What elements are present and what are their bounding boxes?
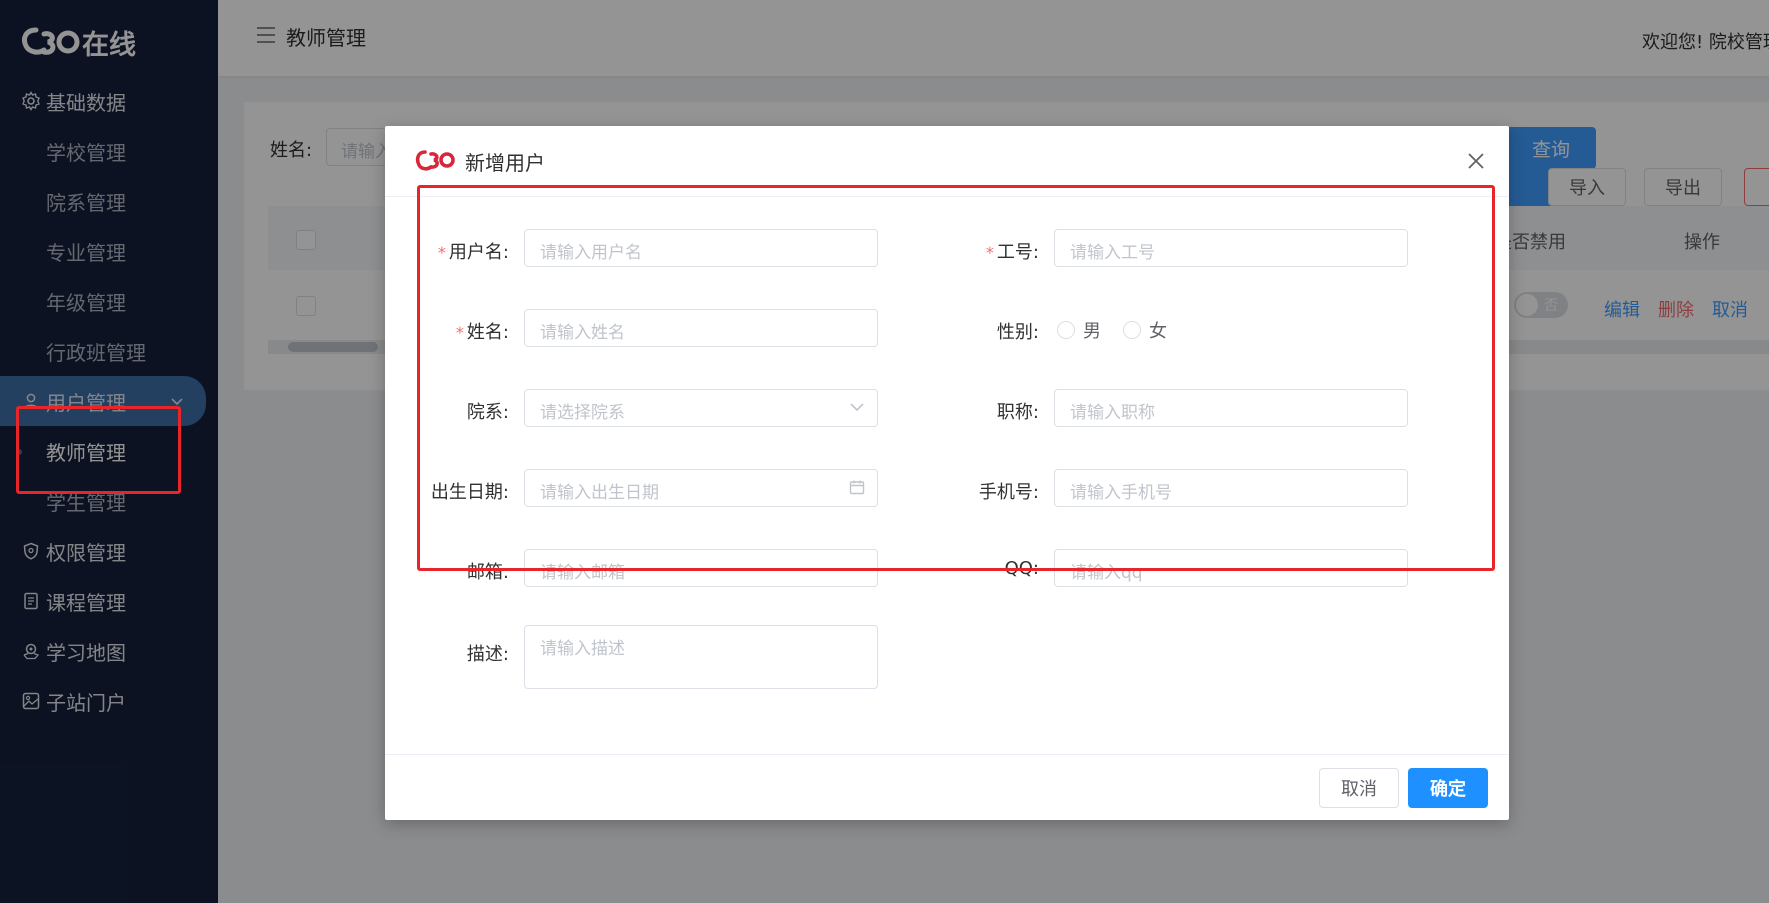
close-icon[interactable] [1465, 150, 1487, 172]
description-textarea[interactable]: 请输入描述 [524, 625, 878, 689]
dialog-logo-icon [415, 146, 455, 180]
dialog-footer-divider [385, 754, 1509, 755]
dialog-title: 新增用户 [465, 151, 545, 175]
confirm-button[interactable]: 确定 [1408, 768, 1488, 808]
annotation-box-form [417, 185, 1495, 571]
annotation-box-sidebar [16, 406, 181, 494]
cancel-button[interactable]: 取消 [1319, 768, 1399, 808]
description-label: 描述: [466, 644, 509, 665]
